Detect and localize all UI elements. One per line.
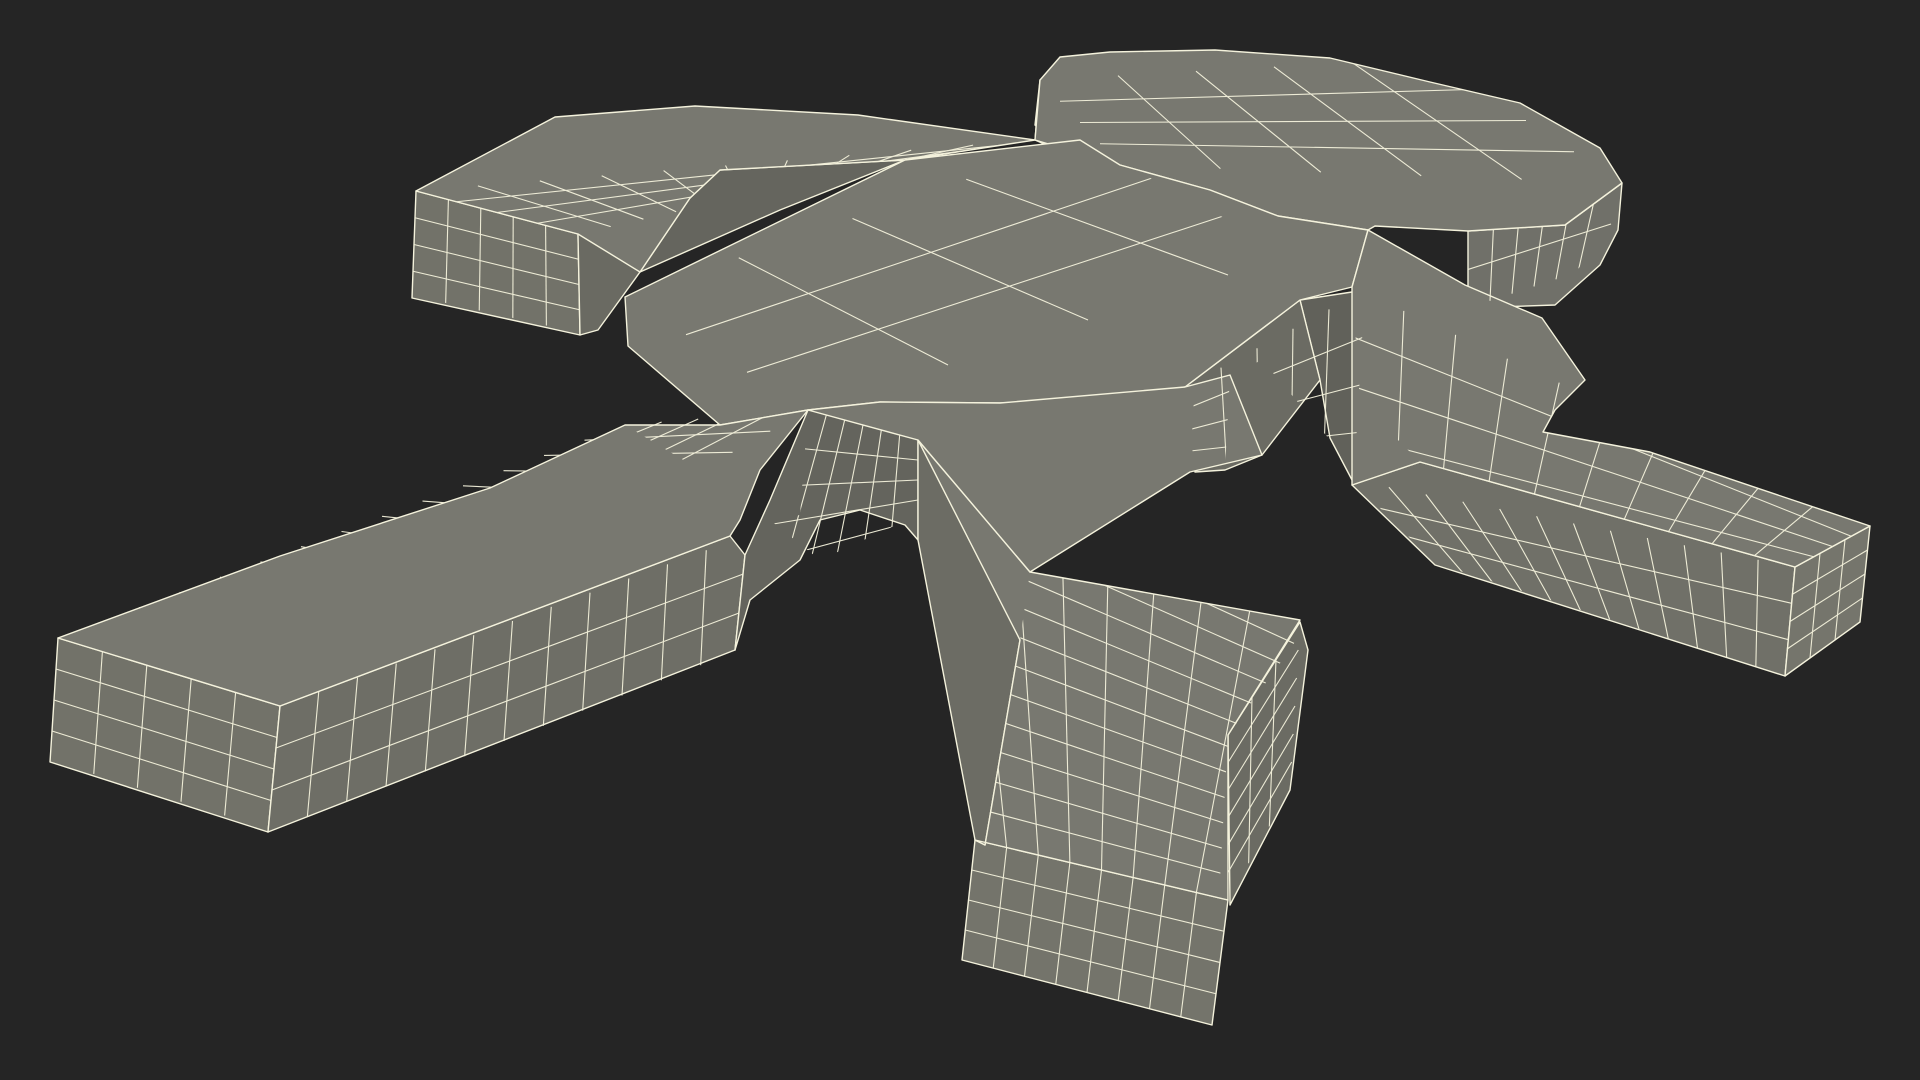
wireframe-model [49,49,1871,1026]
3d-viewport[interactable] [0,0,1920,1080]
